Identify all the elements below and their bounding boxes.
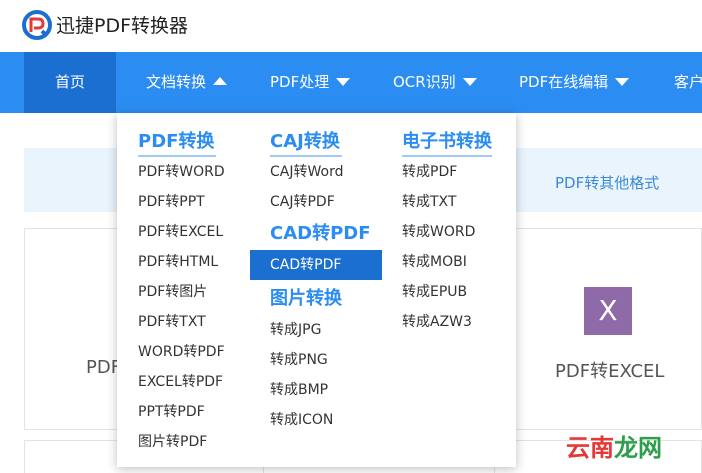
banner-tab-pdf-to-other[interactable]: PDF转其他格式 [555, 172, 659, 193]
app-logo-icon[interactable] [22, 10, 52, 40]
caret-up-icon [213, 77, 228, 85]
menu-item-cad-to-pdf[interactable]: CAD转PDF [250, 250, 382, 280]
menu-item-to-jpg[interactable]: 转成JPG [270, 315, 321, 345]
menu-item-excel-to-pdf[interactable]: EXCEL转PDF [138, 367, 223, 397]
site-watermark: 云南龙网 [566, 428, 662, 463]
menu-item-ebook-to-mobi[interactable]: 转成MOBI [402, 247, 467, 277]
menu-item-pdf-to-html[interactable]: PDF转HTML [138, 247, 218, 277]
main-nav: 首页 文档转换 PDF处理 OCR识别 PDF在线编辑 客户 [0, 52, 702, 113]
menu-item-caj-to-pdf[interactable]: CAJ转PDF [270, 187, 335, 217]
menu-item-ebook-to-word[interactable]: 转成WORD [402, 217, 475, 247]
menu-item-ebook-to-epub[interactable]: 转成EPUB [402, 277, 467, 307]
nav-item-label: OCR识别 [393, 73, 456, 91]
caret-down-icon [462, 78, 477, 86]
app-brand-name[interactable]: 迅捷PDF转换器 [56, 11, 188, 38]
menu-item-to-bmp[interactable]: 转成BMP [270, 375, 328, 405]
document-convert-dropdown: PDF转换 PDF转WORD PDF转PPT PDF转EXCEL PDF转HTM… [117, 113, 516, 467]
nav-item-document-convert[interactable]: 文档转换 [146, 52, 228, 113]
card-pdf-to-excel-label: PDF转EXCEL [555, 361, 665, 382]
group-title-pdf-convert: PDF转换 [138, 131, 215, 152]
nav-item-customer[interactable]: 客户 [674, 52, 702, 113]
menu-item-pdf-to-txt[interactable]: PDF转TXT [138, 307, 206, 337]
group-title-caj-convert: CAJ转换 [270, 131, 340, 152]
excel-icon: X [584, 287, 632, 335]
group-title-cad-to-pdf: CAD转PDF [270, 223, 371, 244]
nav-item-label: 文档转换 [146, 73, 207, 91]
menu-item-to-png[interactable]: 转成PNG [270, 345, 328, 375]
menu-item-ebook-to-azw3[interactable]: 转成AZW3 [402, 307, 472, 337]
group-title-ebook-convert: 电子书转换 [402, 131, 492, 152]
menu-item-pdf-to-word[interactable]: PDF转WORD [138, 157, 225, 187]
nav-item-pdf-online-edit[interactable]: PDF在线编辑 [519, 52, 630, 113]
menu-item-pdf-to-excel[interactable]: PDF转EXCEL [138, 217, 223, 247]
card-left-label: PDF [86, 357, 122, 378]
caret-down-icon [615, 78, 630, 86]
watermark-green-text: 龙网 [614, 434, 662, 462]
app-header: 迅捷PDF转换器 [0, 0, 702, 52]
menu-item-ebook-to-txt[interactable]: 转成TXT [402, 187, 456, 217]
menu-item-image-to-pdf[interactable]: 图片转PDF [138, 427, 207, 457]
watermark-red-text: 云南 [566, 434, 614, 462]
nav-item-pdf-process[interactable]: PDF处理 [270, 52, 351, 113]
menu-item-ppt-to-pdf[interactable]: PPT转PDF [138, 397, 205, 427]
nav-item-label: PDF处理 [270, 73, 330, 91]
menu-item-to-icon[interactable]: 转成ICON [270, 405, 333, 435]
caret-down-icon [336, 78, 351, 86]
nav-item-home[interactable]: 首页 [24, 52, 116, 113]
menu-item-caj-to-word[interactable]: CAJ转Word [270, 157, 343, 187]
menu-item-ebook-to-pdf[interactable]: 转成PDF [402, 157, 457, 187]
menu-item-pdf-to-image[interactable]: PDF转图片 [138, 277, 207, 307]
group-title-image-convert: 图片转换 [270, 288, 342, 309]
menu-item-pdf-to-ppt[interactable]: PDF转PPT [138, 187, 205, 217]
nav-item-label: PDF在线编辑 [519, 73, 609, 91]
menu-item-word-to-pdf[interactable]: WORD转PDF [138, 337, 225, 367]
nav-item-ocr[interactable]: OCR识别 [393, 52, 477, 113]
